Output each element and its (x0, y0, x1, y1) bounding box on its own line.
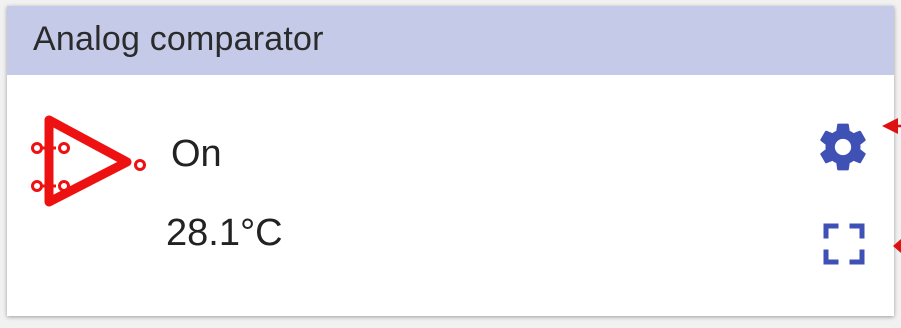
widget-title: Analog comparator (33, 20, 324, 58)
fullscreen-icon[interactable] (822, 222, 866, 266)
temperature-value: 28.1°C (166, 212, 283, 254)
annotation-arrow-icon (893, 239, 901, 253)
widget-header: Analog comparator (7, 6, 894, 75)
widget-card: Analog comparator On 28.1°C (7, 6, 894, 316)
status-value: On (171, 133, 222, 175)
comparator-icon (31, 115, 146, 207)
gear-icon[interactable] (815, 119, 871, 175)
